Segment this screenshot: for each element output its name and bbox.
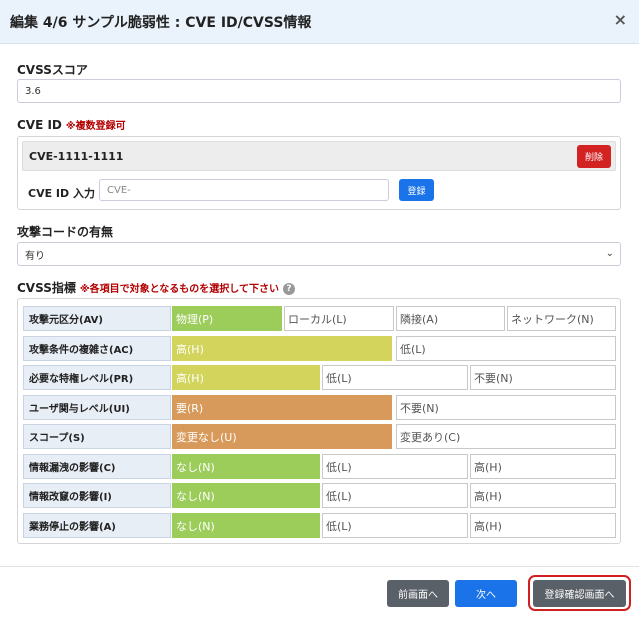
cvss-metrics-matrix: 攻撃元区分(AV) 物理(P) ローカル(L) 隣接(A) ネットワーク(N) 攻撃条件の… xyxy=(17,298,621,544)
metric-option[interactable]: なし(N) xyxy=(172,483,320,508)
metric-option[interactable]: 変更あり(C) xyxy=(396,424,616,449)
cve-id-label-text: CVE ID xyxy=(17,118,62,132)
metric-option[interactable]: なし(N) xyxy=(172,513,320,538)
metric-option[interactable]: 変更なし(U) xyxy=(172,424,392,449)
metric-option[interactable]: ローカル(L) xyxy=(284,306,394,331)
modal-title: 編集 4/6 サンプル脆弱性 : CVE ID/CVSS情報 xyxy=(10,15,312,31)
metric-option[interactable]: 要(R) xyxy=(172,395,392,420)
metric-option[interactable]: 高(H) xyxy=(470,513,616,538)
cve-id-note: ※複数登録可 xyxy=(65,121,126,132)
metric-label: ユーザ関与レベル(UI) xyxy=(23,395,171,420)
cve-entry-row: CVE-1111-1111 削除 xyxy=(22,141,616,171)
metric-option[interactable]: 低(L) xyxy=(322,365,468,390)
attack-code-selected: 有り xyxy=(25,250,45,262)
metric-label: 情報漏洩の影響(C) xyxy=(23,454,171,479)
cvss-metrics-label: CVSS指標 ※各項目で対象となるものを選択して下さい? xyxy=(17,279,295,296)
metric-label: スコープ(S) xyxy=(23,424,171,449)
metric-option[interactable]: 不要(N) xyxy=(470,365,616,390)
metric-label: 必要な特権レベル(PR) xyxy=(23,365,171,390)
metric-option[interactable]: ネットワーク(N) xyxy=(507,306,616,331)
metric-option[interactable]: 不要(N) xyxy=(396,395,616,420)
cve-id-label: CVE ID ※複数登録可 xyxy=(17,117,126,132)
metric-option[interactable]: なし(N) xyxy=(172,454,320,479)
metric-label: 攻撃条件の複雑さ(AC) xyxy=(23,336,171,361)
help-icon[interactable]: ? xyxy=(282,282,295,295)
metric-label: 情報改竄の影響(I) xyxy=(23,483,171,508)
attack-code-label: 攻撃コードの有無 xyxy=(17,225,114,239)
metric-option[interactable]: 高(H) xyxy=(172,336,392,361)
metric-option[interactable]: 高(H) xyxy=(172,365,320,390)
metric-option[interactable]: 高(H) xyxy=(470,454,616,479)
metric-option[interactable]: 低(L) xyxy=(322,483,468,508)
metric-option[interactable]: 低(L) xyxy=(322,454,468,479)
cvss-score-label: CVSSスコア xyxy=(17,63,88,77)
metric-option[interactable]: 高(H) xyxy=(470,483,616,508)
close-icon[interactable]: × xyxy=(614,10,627,29)
metric-option[interactable]: 低(L) xyxy=(322,513,468,538)
prev-button[interactable]: 前画面へ xyxy=(387,580,449,607)
cvss-metrics-note: ※各項目で対象となるものを選択して下さい xyxy=(79,284,279,295)
footer-divider xyxy=(0,566,639,567)
modal-header: 編集 4/6 サンプル脆弱性 : CVE ID/CVSS情報 × xyxy=(0,0,639,44)
cve-input-label: CVE ID 入力 xyxy=(28,187,95,200)
metric-label: 業務停止の影響(A) xyxy=(23,513,171,538)
cvss-score-input[interactable]: 3.6 xyxy=(17,79,621,103)
chevron-down-icon: ⌄ xyxy=(605,248,614,259)
cve-id-input[interactable]: CVE- xyxy=(99,179,389,201)
metric-option[interactable]: 物理(P) xyxy=(172,306,282,331)
cvss-metrics-label-text: CVSS指標 xyxy=(17,281,76,295)
register-button[interactable]: 登録 xyxy=(399,179,434,201)
delete-button[interactable]: 削除 xyxy=(577,145,611,168)
metric-label: 攻撃元区分(AV) xyxy=(23,306,171,331)
metric-option[interactable]: 隣接(A) xyxy=(396,306,505,331)
next-button[interactable]: 次へ xyxy=(455,580,517,607)
attack-code-select[interactable]: 有り ⌄ xyxy=(17,242,621,266)
confirm-button[interactable]: 登録確認画面へ xyxy=(533,580,626,607)
metric-option[interactable]: 低(L) xyxy=(396,336,616,361)
cve-entry-value: CVE-1111-1111 xyxy=(29,150,124,163)
cve-panel: CVE-1111-1111 削除 CVE ID 入力 CVE- 登録 xyxy=(17,136,621,210)
